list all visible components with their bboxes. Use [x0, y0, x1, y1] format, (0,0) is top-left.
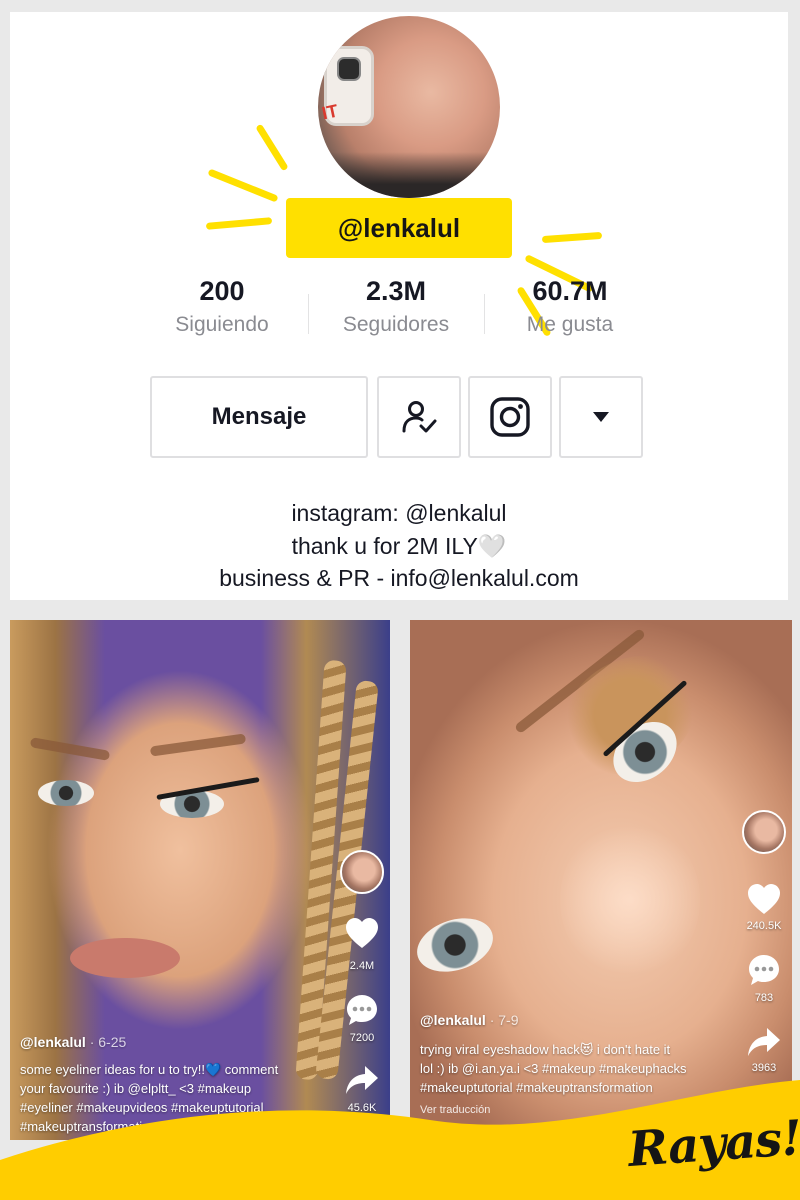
avatar-camera-lens [337, 57, 361, 81]
like-count: 240.5K [746, 920, 782, 932]
bio-line: instagram: @lenkalul [291, 500, 507, 526]
stat-following-value: 200 [199, 276, 245, 306]
heart-icon [346, 918, 378, 948]
like-button[interactable] [744, 882, 784, 921]
eyebrow [149, 733, 247, 757]
share-arrow-icon [748, 1028, 780, 1056]
profile-avatar[interactable]: IT [318, 16, 500, 198]
stat-divider [484, 294, 485, 334]
instagram-icon [490, 397, 530, 437]
stat-followers-value: 2.3M [365, 276, 427, 306]
video-author-name: @lenkalul [420, 1012, 486, 1028]
like-count: 2.4M [349, 960, 375, 972]
stat-likes-value: 60.7M [532, 276, 608, 306]
comment-icon [347, 995, 377, 1025]
heart-icon [748, 884, 780, 914]
caret-down-icon [593, 412, 609, 422]
burst-stroke [205, 217, 273, 230]
stat-followers-label: Seguidores [342, 313, 450, 336]
comment-button[interactable] [744, 952, 784, 993]
video-author[interactable]: @lenkalul · 7-9 [420, 1012, 518, 1028]
stat-likes-label: Me gusta [526, 313, 614, 336]
eyebrow [29, 737, 111, 761]
share-button[interactable] [744, 1026, 784, 1063]
eye [38, 780, 94, 806]
creator-avatar[interactable] [742, 810, 786, 854]
stat-followers[interactable]: 2.3M Seguidores [316, 276, 476, 337]
burst-stroke [255, 123, 289, 172]
nose-highlight [560, 820, 700, 980]
burst-stroke [541, 231, 603, 244]
video-date: · 7-9 [489, 1012, 519, 1028]
bio-line: business & PR - info@lenkalul.com [219, 565, 579, 591]
burst-stroke [207, 168, 279, 203]
more-options-button[interactable] [559, 376, 643, 458]
person-check-icon [402, 401, 437, 433]
video-post-2[interactable]: 240.5K 783 3963 @lenkalul · 7-9 trying v… [410, 620, 792, 1140]
bio-line: thank u for 2M ILY🤍 [291, 533, 507, 559]
lips [70, 938, 180, 978]
follow-status-button[interactable] [377, 376, 461, 458]
stat-following[interactable]: 200 Siguiendo [142, 276, 302, 337]
profile-card: IT @lenkalul 200 Siguiendo 2.3M Seguidor… [10, 12, 788, 600]
video-author[interactable]: @lenkalul · 6-25 [20, 1034, 126, 1050]
stat-likes[interactable]: 60.7M Me gusta [490, 276, 650, 337]
stat-following-label: Siguiendo [175, 313, 269, 336]
comment-count: 783 [754, 992, 774, 1004]
comment-icon [749, 955, 779, 985]
comment-count: 7200 [349, 1032, 375, 1044]
instagram-button[interactable] [468, 376, 552, 458]
creator-avatar[interactable] [340, 850, 384, 894]
caption-line: trying viral eyeshadow hack😻 i don't hat… [420, 1042, 671, 1057]
brand-logo: Rayas! [626, 1110, 800, 1178]
eye [410, 909, 500, 981]
video-date: · 6-25 [89, 1034, 127, 1050]
like-button[interactable] [342, 916, 382, 955]
video-post-1[interactable]: 2.4M 7200 45.6K @lenkalul · 6-25 some ey… [10, 620, 390, 1140]
username-badge: @lenkalul [286, 198, 512, 258]
comment-button[interactable] [342, 992, 382, 1033]
video-author-name: @lenkalul [20, 1034, 86, 1050]
stat-divider [308, 294, 309, 334]
message-button[interactable]: Mensaje [150, 376, 368, 458]
avatar-shadow [318, 152, 500, 198]
